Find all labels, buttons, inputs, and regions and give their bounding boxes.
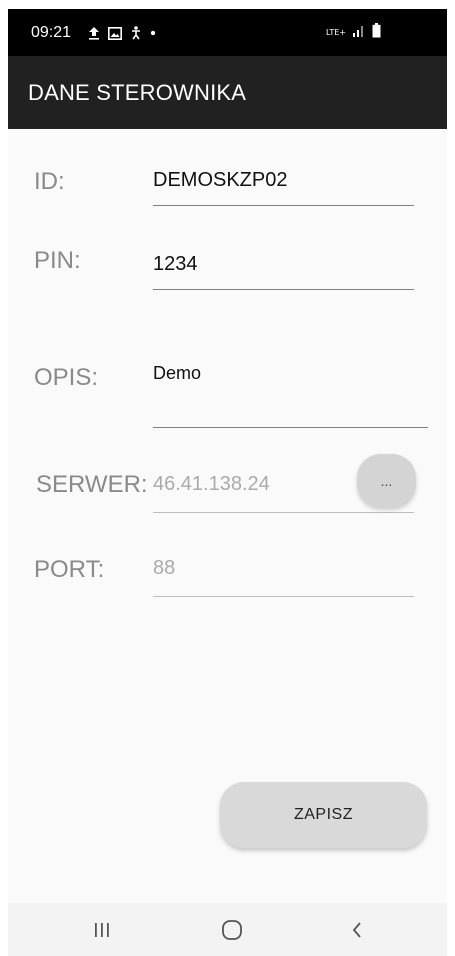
pin-field[interactable]: 1234 — [153, 253, 198, 276]
port-label: PORT: — [34, 556, 105, 583]
page-title: DANE STEROWNIKA — [28, 80, 247, 105]
id-field-underline — [153, 205, 414, 206]
opis-label: OPIS: — [34, 364, 99, 391]
id-label: ID: — [34, 168, 65, 195]
serwer-field-underline — [153, 512, 414, 513]
phone-screen: 09:21 LTE+ DANE STEROWNIKA ID: DEMOSKZP0… — [8, 9, 447, 956]
home-icon[interactable] — [212, 915, 252, 945]
recent-apps-icon[interactable] — [82, 915, 122, 945]
accessibility-icon — [130, 26, 142, 40]
save-button[interactable]: ZAPISZ — [220, 782, 427, 848]
serwer-field[interactable]: 46.41.138.24 — [153, 473, 270, 496]
pin-label: PIN: — [34, 247, 81, 274]
id-field[interactable]: DEMOSKZP02 — [153, 169, 287, 192]
app-bar: DANE STEROWNIKA — [8, 56, 447, 129]
navigation-bar — [8, 903, 447, 956]
image-icon — [108, 26, 122, 40]
lte-icon: LTE+ — [326, 28, 346, 37]
select-server-button[interactable]: ... — [357, 454, 416, 508]
status-time: 09:21 — [31, 24, 72, 41]
signal-icon — [352, 24, 366, 42]
opis-field-underline — [153, 427, 428, 428]
port-field[interactable]: 88 — [153, 557, 175, 580]
port-field-underline — [153, 596, 414, 597]
notification-icons — [88, 24, 156, 42]
dot-icon — [150, 30, 156, 36]
status-bar: 09:21 LTE+ — [8, 9, 447, 56]
system-icons: LTE+ — [326, 23, 381, 43]
serwer-label: SERWER: — [36, 471, 148, 498]
battery-icon — [372, 23, 381, 43]
opis-field[interactable]: Demo — [153, 363, 201, 384]
upload-icon — [88, 26, 100, 40]
pin-field-underline — [153, 289, 414, 290]
back-icon[interactable] — [337, 915, 377, 945]
